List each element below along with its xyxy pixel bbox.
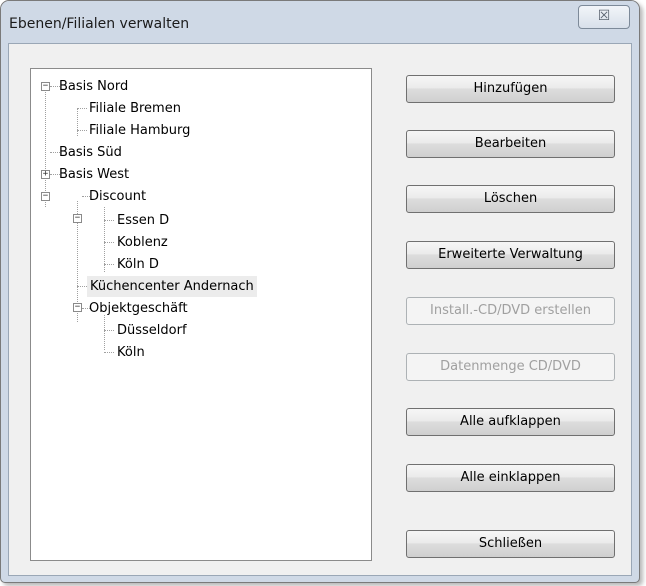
tree-item-objektgeschaeft[interactable]: Objektgeschäft [89,298,188,319]
tree-item-discount[interactable]: Discount [89,186,146,207]
tree-line [104,207,105,272]
tree-line [77,286,87,287]
add-button[interactable]: Hinzufügen [406,75,615,103]
dialog-window: Ebenen/Filialen verwalten ☒ − + − − − Ba… [0,0,640,583]
tree-line [77,130,87,131]
tree-line [77,108,87,109]
edit-button[interactable]: Bearbeiten [406,130,615,158]
tree-item-koblenz[interactable]: Koblenz [117,232,168,253]
collapse-icon[interactable]: − [41,192,50,201]
tree-line [45,86,46,207]
tree-item-filiale-hamburg[interactable]: Filiale Hamburg [89,120,190,141]
dialog-client-area: − + − − − Basis Nord Filiale Bremen Fili… [8,43,632,576]
tree-line [104,264,114,265]
create-install-cd-button[interactable]: Install.-CD/DVD erstellen [406,297,615,325]
collapse-icon[interactable]: − [73,303,82,312]
expand-all-button[interactable]: Alle aufklappen [406,408,615,436]
tree-line [77,109,78,136]
data-volume-cd-button[interactable]: Datenmenge CD/DVD [406,353,615,381]
tree-item-basis-sued[interactable]: Basis Süd [59,142,122,163]
tree-item-filiale-bremen[interactable]: Filiale Bremen [89,98,181,119]
tree-line [104,315,105,350]
tree-item-koeln[interactable]: Köln [117,342,145,363]
expand-icon[interactable]: + [41,170,50,179]
title-bar[interactable]: Ebenen/Filialen verwalten ☒ [1,1,639,43]
collapse-icon[interactable]: − [73,214,82,223]
collapse-all-button[interactable]: Alle einklappen [406,464,615,492]
tree-line [104,242,114,243]
collapse-icon[interactable]: − [41,82,50,91]
branch-tree-view[interactable]: − + − − − Basis Nord Filiale Bremen Fili… [30,68,372,561]
delete-button[interactable]: Löschen [406,185,615,213]
tree-item-duesseldorf[interactable]: Düsseldorf [117,320,187,341]
tree-item-kuechencenter-andernach[interactable]: Küchencenter Andernach [87,276,257,297]
window-title: Ebenen/Filialen verwalten [9,16,190,32]
extended-management-button[interactable]: Erweiterte Verwaltung [406,241,615,269]
tree-line [104,352,114,353]
tree-line [104,330,114,331]
tree-item-essen-d[interactable]: Essen D [117,210,169,231]
close-dialog-button[interactable]: Schließen [406,530,615,558]
tree-line [104,220,114,221]
tree-item-basis-west[interactable]: Basis West [59,164,129,185]
close-button[interactable]: ☒ [578,5,630,29]
close-icon: ☒ [597,8,611,24]
tree-item-koeln-d[interactable]: Köln D [117,254,159,275]
tree-item-basis-nord[interactable]: Basis Nord [59,76,128,97]
